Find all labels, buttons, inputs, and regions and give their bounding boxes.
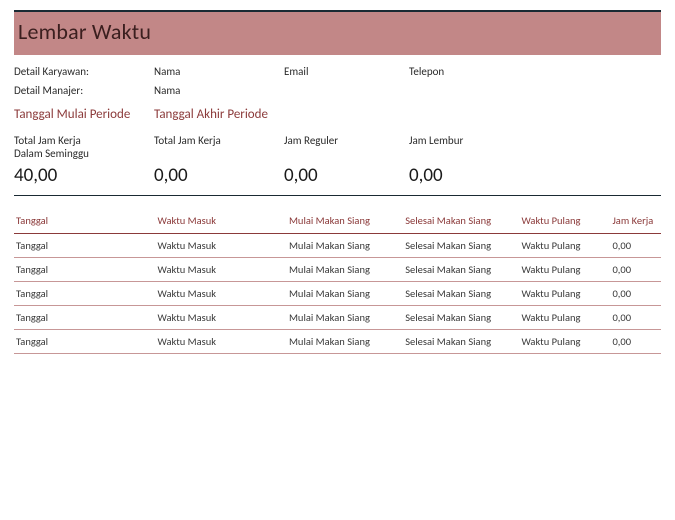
table-row: Tanggal Waktu Masuk Mulai Makan Siang Se… bbox=[14, 282, 661, 306]
cell-time-in: Waktu Masuk bbox=[156, 306, 287, 330]
total-week-label: Total Jam Kerja Dalam Seminggu bbox=[14, 134, 154, 160]
cell-time-in: Waktu Masuk bbox=[156, 330, 287, 354]
employee-detail-label: Detail Karyawan: bbox=[14, 65, 154, 78]
cell-lunch-start: Mulai Makan Siang bbox=[287, 306, 403, 330]
cell-lunch-start: Mulai Makan Siang bbox=[287, 330, 403, 354]
col-header-date: Tanggal bbox=[14, 210, 156, 234]
employee-email-label: Email bbox=[284, 65, 409, 78]
cell-hours: 0,00 bbox=[610, 258, 661, 282]
title-bar: Lembar Waktu bbox=[14, 10, 661, 55]
page-title: Lembar Waktu bbox=[18, 18, 657, 45]
table-body: Tanggal Waktu Masuk Mulai Makan Siang Se… bbox=[14, 234, 661, 354]
cell-hours: 0,00 bbox=[610, 234, 661, 258]
cell-time-out: Waktu Pulang bbox=[519, 282, 610, 306]
col-header-hours: Jam Kerja bbox=[610, 210, 661, 234]
total-week-label-line2: Dalam Seminggu bbox=[14, 147, 89, 160]
cell-time-out: Waktu Pulang bbox=[519, 258, 610, 282]
cell-date: Tanggal bbox=[14, 306, 156, 330]
col-header-time-in: Waktu Masuk bbox=[156, 210, 287, 234]
cell-date: Tanggal bbox=[14, 258, 156, 282]
employee-detail-row: Detail Karyawan: Nama Email Telepon bbox=[14, 65, 661, 78]
table-row: Tanggal Waktu Masuk Mulai Makan Siang Se… bbox=[14, 234, 661, 258]
manager-detail-label: Detail Manajer: bbox=[14, 84, 154, 97]
cell-time-out: Waktu Pulang bbox=[519, 234, 610, 258]
cell-hours: 0,00 bbox=[610, 330, 661, 354]
employee-phone-label: Telepon bbox=[409, 65, 529, 78]
summary-labels-row: Total Jam Kerja Dalam Seminggu Total Jam… bbox=[14, 134, 661, 160]
cell-lunch-end: Selesai Makan Siang bbox=[403, 258, 519, 282]
cell-lunch-end: Selesai Makan Siang bbox=[403, 282, 519, 306]
cell-date: Tanggal bbox=[14, 330, 156, 354]
regular-hours-label: Jam Reguler bbox=[284, 134, 409, 160]
table-row: Tanggal Waktu Masuk Mulai Makan Siang Se… bbox=[14, 306, 661, 330]
manager-name-label: Nama bbox=[154, 84, 284, 97]
cell-time-in: Waktu Masuk bbox=[156, 282, 287, 306]
overtime-hours-value: 0,00 bbox=[409, 164, 529, 187]
regular-hours-value: 0,00 bbox=[284, 164, 409, 187]
col-header-lunch-end: Selesai Makan Siang bbox=[403, 210, 519, 234]
total-hours-label: Total Jam Kerja bbox=[154, 134, 284, 160]
cell-lunch-start: Mulai Makan Siang bbox=[287, 234, 403, 258]
table-row: Tanggal Waktu Masuk Mulai Makan Siang Se… bbox=[14, 258, 661, 282]
total-hours-value: 0,00 bbox=[154, 164, 284, 187]
cell-date: Tanggal bbox=[14, 282, 156, 306]
cell-lunch-end: Selesai Makan Siang bbox=[403, 234, 519, 258]
cell-time-in: Waktu Masuk bbox=[156, 258, 287, 282]
cell-time-out: Waktu Pulang bbox=[519, 306, 610, 330]
manager-detail-row: Detail Manajer: Nama bbox=[14, 84, 661, 97]
timesheet-document: Lembar Waktu Detail Karyawan: Nama Email… bbox=[0, 0, 675, 364]
total-week-label-line1: Total Jam Kerja bbox=[14, 134, 81, 147]
cell-lunch-start: Mulai Makan Siang bbox=[287, 258, 403, 282]
cell-hours: 0,00 bbox=[610, 306, 661, 330]
cell-lunch-start: Mulai Makan Siang bbox=[287, 282, 403, 306]
employee-name-label: Nama bbox=[154, 65, 284, 78]
table-header-row: Tanggal Waktu Masuk Mulai Makan Siang Se… bbox=[14, 210, 661, 234]
table-row: Tanggal Waktu Masuk Mulai Makan Siang Se… bbox=[14, 330, 661, 354]
period-row: Tanggal Mulai Periode Tanggal Akhir Peri… bbox=[14, 107, 661, 122]
period-end-label: Tanggal Akhir Periode bbox=[154, 107, 268, 122]
overtime-hours-label: Jam Lembur bbox=[409, 134, 529, 160]
cell-lunch-end: Selesai Makan Siang bbox=[403, 306, 519, 330]
total-week-value: 40,00 bbox=[14, 164, 154, 187]
cell-date: Tanggal bbox=[14, 234, 156, 258]
cell-time-out: Waktu Pulang bbox=[519, 330, 610, 354]
cell-lunch-end: Selesai Makan Siang bbox=[403, 330, 519, 354]
entries-table: Tanggal Waktu Masuk Mulai Makan Siang Se… bbox=[14, 210, 661, 354]
col-header-lunch-start: Mulai Makan Siang bbox=[287, 210, 403, 234]
col-header-time-out: Waktu Pulang bbox=[519, 210, 610, 234]
summary-values-row: 40,00 0,00 0,00 0,00 bbox=[14, 164, 661, 196]
cell-hours: 0,00 bbox=[610, 282, 661, 306]
period-start-label: Tanggal Mulai Periode bbox=[14, 107, 154, 122]
cell-time-in: Waktu Masuk bbox=[156, 234, 287, 258]
